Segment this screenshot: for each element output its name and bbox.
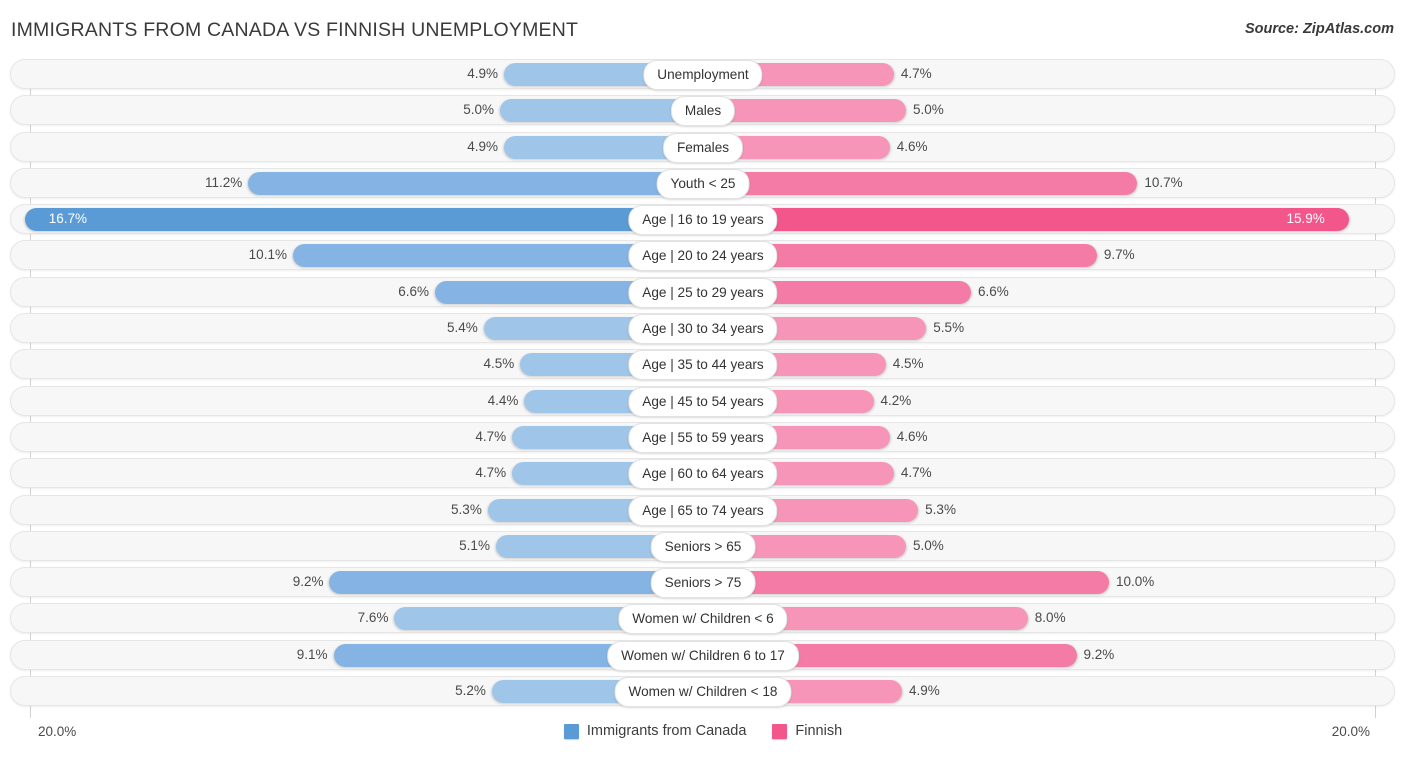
- bar-right-finnish[interactable]: [703, 171, 1138, 195]
- value-label-left: 16.7%: [48, 211, 87, 227]
- source-attribution: Source: ZipAtlas.com: [1244, 21, 1394, 37]
- row-category-label: Women w/ Children < 18: [614, 677, 792, 708]
- value-label-left: 4.9%: [467, 138, 499, 154]
- table-row[interactable]: 5.4% 5.5% Age | 30 to 34 years: [0, 313, 1406, 345]
- value-label-left: 5.0%: [463, 102, 494, 118]
- table-row[interactable]: 4.9% 4.6% Females: [0, 131, 1406, 163]
- value-label-right: 5.0%: [913, 537, 944, 553]
- row-category-label: Seniors > 75: [650, 568, 756, 599]
- value-label-right: 9.7%: [1103, 247, 1135, 263]
- value-label-right: 4.7%: [900, 465, 932, 481]
- value-label-left: 4.7%: [475, 465, 507, 481]
- bar-rows-container: 4.9% 4.7% Unemployment 5.0% 5.0% Males 4.9% 4.6…: [0, 59, 1406, 712]
- table-row[interactable]: 5.1% 5.0% Seniors > 65: [0, 530, 1406, 562]
- value-label-right: 5.3%: [925, 501, 956, 517]
- table-row[interactable]: 4.5% 4.5% Age | 35 to 44 years: [0, 349, 1406, 381]
- row-category-label: Males: [670, 96, 736, 127]
- row-category-label: Age | 20 to 24 years: [628, 241, 778, 272]
- row-category-label: Women w/ Children < 6: [618, 604, 788, 635]
- bar-right-finnish[interactable]: [703, 208, 1349, 232]
- value-label-right: 8.0%: [1034, 610, 1066, 626]
- row-category-label: Age | 16 to 19 years: [628, 205, 778, 236]
- square-swatch-icon: [563, 723, 579, 739]
- bar-left-immigrants-from-canada[interactable]: [329, 571, 703, 595]
- value-label-right: 4.9%: [908, 683, 940, 699]
- bar-right-finnish[interactable]: [703, 571, 1109, 595]
- value-label-left: 9.2%: [292, 574, 324, 590]
- value-label-right: 9.2%: [1083, 646, 1115, 662]
- table-row[interactable]: 5.2% 4.9% Women w/ Children < 18: [0, 676, 1406, 708]
- table-row[interactable]: 9.2% 10.0% Seniors > 75: [0, 567, 1406, 599]
- row-category-label: Seniors > 65: [650, 531, 756, 562]
- table-row[interactable]: 4.7% 4.7% Age | 60 to 64 years: [0, 458, 1406, 490]
- table-row[interactable]: 11.2% 10.7% Youth < 25: [0, 167, 1406, 199]
- table-row[interactable]: 4.9% 4.7% Unemployment: [0, 59, 1406, 90]
- value-label-left: 4.7%: [475, 428, 507, 444]
- value-label-right: 5.5%: [933, 320, 965, 336]
- bar-left-immigrants-from-canada[interactable]: [24, 208, 703, 232]
- row-category-label: Age | 60 to 64 years: [628, 459, 778, 490]
- value-label-right: 10.7%: [1144, 174, 1183, 190]
- row-category-label: Youth < 25: [656, 168, 750, 199]
- value-label-right: 4.6%: [896, 428, 928, 444]
- value-label-right: 5.0%: [913, 102, 944, 118]
- table-row[interactable]: 6.6% 6.6% Age | 25 to 29 years: [0, 276, 1406, 308]
- legend-item[interactable]: Finnish: [772, 723, 842, 739]
- chart-header: IMMIGRANTS FROM CANADA VS FINNISH UNEMPL…: [0, 0, 1406, 60]
- square-swatch-icon: [772, 723, 788, 739]
- table-row[interactable]: 10.1% 9.7% Age | 20 to 24 years: [0, 240, 1406, 272]
- table-row[interactable]: 7.6% 8.0% Women w/ Children < 6: [0, 603, 1406, 635]
- value-label-left: 6.6%: [398, 283, 430, 299]
- value-label-right: 15.9%: [1286, 211, 1325, 227]
- row-category-label: Women w/ Children 6 to 17: [607, 640, 799, 671]
- row-category-label: Age | 35 to 44 years: [628, 350, 778, 381]
- chart-legend: Immigrants from Canada Finnish: [0, 723, 1406, 739]
- table-row[interactable]: 5.0% 5.0% Males: [0, 95, 1406, 127]
- table-row[interactable]: 16.7% 15.9% Age | 16 to 19 years: [0, 204, 1406, 236]
- legend-item[interactable]: Immigrants from Canada: [563, 723, 747, 739]
- value-label-right: 10.0%: [1116, 574, 1155, 590]
- legend-label: Finnish: [795, 723, 843, 739]
- value-label-right: 6.6%: [977, 283, 1009, 299]
- value-label-left: 5.4%: [446, 320, 478, 336]
- value-label-left: 11.2%: [205, 174, 243, 190]
- table-row[interactable]: 4.4% 4.2% Age | 45 to 54 years: [0, 385, 1406, 417]
- value-label-right: 4.2%: [880, 392, 912, 408]
- row-category-label: Age | 25 to 29 years: [628, 277, 778, 308]
- value-label-left: 9.1%: [296, 646, 328, 662]
- row-category-label: Age | 55 to 59 years: [628, 422, 778, 453]
- legend-label: Immigrants from Canada: [586, 723, 747, 739]
- value-label-left: 10.1%: [248, 247, 287, 263]
- table-row[interactable]: 9.1% 9.2% Women w/ Children 6 to 17: [0, 639, 1406, 671]
- chart-plot-area: 4.9% 4.7% Unemployment 5.0% 5.0% Males 4.9% 4.6…: [0, 59, 1406, 718]
- value-label-left: 7.6%: [357, 610, 389, 626]
- row-category-label: Females: [662, 132, 744, 163]
- chart-footer: 20.0% 20.0% Immigrants from Canada Finnis…: [0, 718, 1406, 757]
- table-row[interactable]: 5.3% 5.3% Age | 65 to 74 years: [0, 494, 1406, 526]
- value-label-left: 5.1%: [459, 537, 490, 553]
- row-category-label: Age | 65 to 74 years: [628, 495, 778, 526]
- table-row[interactable]: 4.7% 4.6% Age | 55 to 59 years: [0, 421, 1406, 453]
- value-label-right: 4.6%: [896, 138, 928, 154]
- row-category-label: Age | 30 to 34 years: [628, 314, 778, 345]
- row-category-label: Age | 45 to 54 years: [628, 386, 778, 417]
- value-label-left: 5.2%: [455, 683, 486, 699]
- value-label-right: 4.5%: [892, 356, 924, 372]
- value-label-left: 5.3%: [451, 501, 482, 517]
- bar-left-immigrants-from-canada[interactable]: [248, 171, 703, 195]
- value-label-left: 4.4%: [487, 392, 519, 408]
- value-label-left: 4.5%: [483, 356, 515, 372]
- value-label-right: 4.7%: [900, 66, 932, 81]
- page-title: IMMIGRANTS FROM CANADA VS FINNISH UNEMPL…: [11, 19, 579, 41]
- value-label-left: 4.9%: [467, 66, 499, 81]
- row-category-label: Unemployment: [643, 60, 763, 90]
